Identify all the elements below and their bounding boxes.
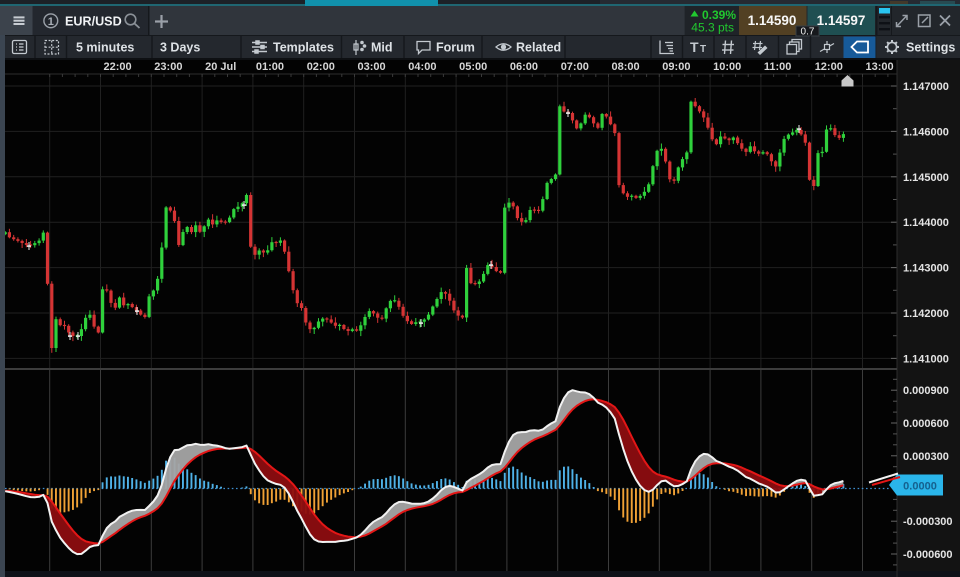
svg-text:10:00: 10:00 [713, 61, 741, 73]
svg-text:1.14597: 1.14597 [817, 13, 866, 28]
svg-text:22:00: 22:00 [104, 61, 132, 73]
svg-text:Mid: Mid [371, 41, 393, 55]
svg-text:5 minutes: 5 minutes [76, 41, 134, 55]
svg-text:EUR/USD: EUR/USD [65, 14, 122, 28]
svg-text:23:00: 23:00 [154, 61, 182, 73]
svg-text:1.143000: 1.143000 [903, 263, 949, 275]
svg-text:1.146000: 1.146000 [903, 126, 949, 138]
svg-text:1.14590: 1.14590 [748, 13, 797, 28]
svg-text:1.141000: 1.141000 [903, 353, 949, 365]
svg-text:3 Days: 3 Days [160, 41, 200, 55]
svg-text:0.0000: 0.0000 [903, 481, 937, 493]
svg-text:45.3 pts: 45.3 pts [691, 21, 734, 35]
svg-text:06:00: 06:00 [510, 61, 538, 73]
svg-text:T: T [700, 44, 706, 55]
svg-text:11:00: 11:00 [764, 61, 792, 73]
svg-text:0.000600: 0.000600 [903, 418, 949, 430]
svg-text:T: T [690, 39, 699, 55]
svg-text:Settings: Settings [906, 41, 955, 55]
svg-text:-0.000600: -0.000600 [903, 549, 953, 561]
svg-text:13:00: 13:00 [866, 61, 894, 73]
svg-text:Forum: Forum [436, 41, 475, 55]
svg-text:Templates: Templates [273, 41, 334, 55]
svg-text:20 Jul: 20 Jul [205, 61, 236, 73]
svg-text:Related: Related [516, 41, 561, 55]
svg-text:01:00: 01:00 [256, 61, 284, 73]
svg-text:-0.000300: -0.000300 [903, 516, 953, 528]
svg-text:1.144000: 1.144000 [903, 217, 949, 229]
svg-text:12:00: 12:00 [815, 61, 843, 73]
svg-text:0.7: 0.7 [801, 27, 815, 38]
svg-text:04:00: 04:00 [408, 61, 436, 73]
svg-text:1: 1 [48, 16, 54, 28]
svg-text:0.000900: 0.000900 [903, 385, 949, 397]
svg-text:07:00: 07:00 [561, 61, 589, 73]
svg-text:1.145000: 1.145000 [903, 172, 949, 184]
svg-text:03:00: 03:00 [358, 61, 386, 73]
svg-text:05:00: 05:00 [459, 61, 487, 73]
svg-text:02:00: 02:00 [307, 61, 335, 73]
svg-text:09:00: 09:00 [662, 61, 690, 73]
svg-text:08:00: 08:00 [612, 61, 640, 73]
svg-text:1.147000: 1.147000 [903, 81, 949, 93]
svg-text:1.142000: 1.142000 [903, 308, 949, 320]
svg-text:0.000300: 0.000300 [903, 451, 949, 463]
